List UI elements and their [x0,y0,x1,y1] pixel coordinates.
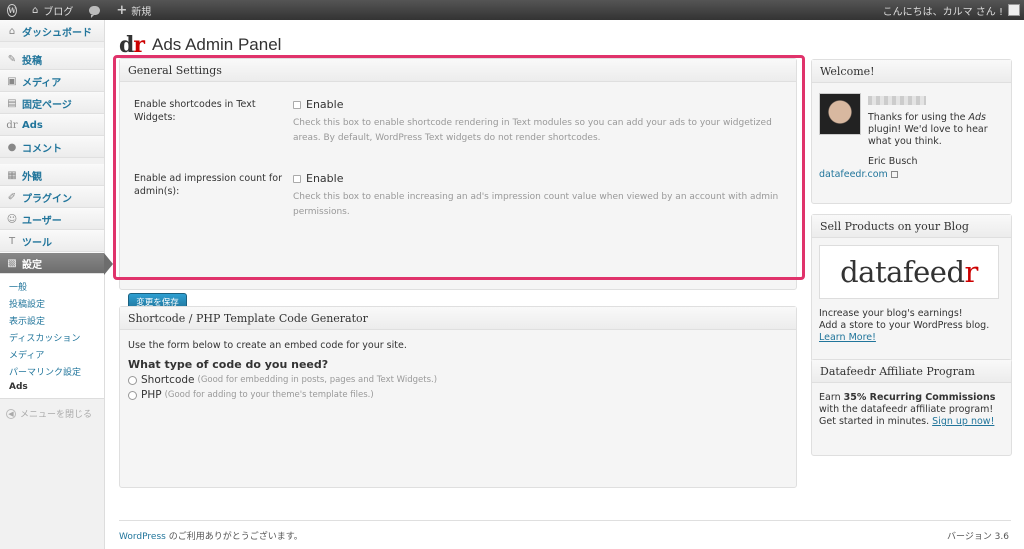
collapse-arrow-icon: ◀ [6,408,16,419]
submenu-item-reading[interactable]: 表示設定 [0,312,104,329]
radio-hint: (Good for adding to your theme's templat… [164,390,374,400]
site-name-link[interactable]: ⌂ ブログ [24,0,81,20]
sidebar-item-posts[interactable]: ✎ 投稿 [0,48,104,70]
welcome-title: Welcome! [812,60,1011,83]
collapse-menu-button[interactable]: ◀ メニューを閉じる [0,399,104,420]
sidebar-item-settings[interactable]: ▧ 設定 [0,252,113,275]
sell-products-box: Sell Products on your Blog datafeed r Inc… [811,214,1012,362]
page-title: Ads Admin Panel [151,35,282,54]
appearance-icon: ▦ [7,169,17,181]
sidebar-item-ads[interactable]: dr Ads [0,114,104,136]
dashboard-icon: ⌂ [8,25,16,37]
new-content-link[interactable]: + 新規 [108,0,159,20]
sell-line-2: Add a store to your WordPress blog. [819,320,990,331]
sidebar-item-appearance[interactable]: ▦ 外観 [0,164,104,186]
pushpin-icon: ✎ [7,53,17,65]
main-content: dr Ads Admin Panel General Settings Enab… [105,20,1024,549]
sidebar-item-label: プラグイン [22,193,72,205]
radio-icon[interactable] [128,375,137,385]
site-name-label: ブログ [43,6,74,18]
comments-link[interactable] [81,0,108,20]
admin-sidebar: ⌂ ダッシュボード ✎ 投稿 ▣ メディア ▤ 固定ページ dr Ads ● コメント ▦ 外… [0,20,113,549]
author-photo [819,93,861,135]
footer-divider [119,520,1011,521]
submenu-item-writing[interactable]: 投稿設定 [0,295,104,312]
radio-label: Shortcode [141,374,195,386]
code-generator-box: Shortcode / PHP Template Code Generator … [119,306,797,488]
users-icon: ☺ [6,213,18,225]
settings-icon: ▧ [7,257,17,269]
datafeedr-link[interactable]: datafeedr.com [819,169,898,181]
datafeedr-icon: dr [6,119,18,131]
sidebar-item-comments[interactable]: ● コメント [0,136,104,158]
tools-icon: T [8,235,16,247]
my-account[interactable]: こんにちは、カルマ さん ! [883,0,1024,20]
learn-more-link[interactable]: Learn More! [819,332,1004,344]
sidebar-item-media[interactable]: ▣ メディア [0,70,104,92]
highlight-frame [113,55,805,280]
collapse-label: メニューを閉じる [20,410,93,420]
footer-thanks: WordPress のご利用ありがとうございます。 [119,532,303,542]
blurred-name [868,96,926,105]
submenu-item-permalinks[interactable]: パーマリンク設定 [0,363,104,380]
wordpress-link[interactable]: WordPress [119,532,166,542]
footer-version: バージョン 3.6 [947,532,1009,542]
plus-icon: + [116,2,128,18]
sidebar-item-label: ツール [22,237,52,249]
comments-icon: ● [7,141,17,153]
sidebar-item-label: 外観 [22,171,42,183]
radio-label: PHP [141,389,162,401]
sidebar-item-pages[interactable]: ▤ 固定ページ [0,92,104,114]
submenu-item-discussion[interactable]: ディスカッション [0,329,104,346]
new-label: 新規 [131,6,152,18]
sell-products-title: Sell Products on your Blog [812,215,1011,238]
generator-question: What type of code do you need? [128,358,329,371]
pages-icon: ▤ [7,97,17,109]
sidebar-item-label: 設定 [22,259,42,271]
home-icon: ⌂ [32,4,39,16]
wordpress-logo-icon[interactable]: W [0,0,24,20]
submenu-item-ads[interactable]: Ads [0,380,104,394]
avatar [1008,4,1020,16]
welcome-signature: Eric Busch [868,156,918,167]
admin-bar: W ⌂ ブログ + 新規 こんにちは、カルマ さん ! [0,0,1024,20]
radio-icon[interactable] [128,390,137,400]
affiliate-title: Datafeedr Affiliate Program [812,360,1011,383]
sidebar-item-label: ダッシュボード [22,27,92,39]
radio-php[interactable]: PHP (Good for adding to your theme's tem… [128,389,788,401]
welcome-message: Thanks for using the Ads plugin! We'd lo… [868,112,988,147]
welcome-box: Welcome! Thanks for using the Ads plugin… [811,59,1012,204]
sidebar-item-tools[interactable]: T ツール [0,230,104,252]
affiliate-box: Datafeedr Affiliate Program Earn 35% Rec… [811,359,1012,456]
media-icon: ▣ [7,75,17,87]
sell-line-1: Increase your blog's earnings! [819,308,963,319]
sidebar-item-label: 投稿 [22,55,42,67]
comment-bubble-icon [89,5,101,18]
plugin-icon: ✐ [7,191,17,203]
sidebar-item-label: 固定ページ [22,99,72,111]
sidebar-item-users[interactable]: ☺ ユーザー [0,208,104,230]
sidebar-item-plugins[interactable]: ✐ プラグイン [0,186,104,208]
sidebar-item-label: Ads [22,119,43,131]
greeting-text: こんにちは、カルマ さん ! [882,6,1003,18]
sidebar-item-label: コメント [22,143,62,155]
submenu-item-general[interactable]: 一般 [0,278,104,295]
submenu-item-media[interactable]: メディア [0,346,104,363]
sidebar-item-label: ユーザー [22,215,62,227]
sidebar-item-dashboard[interactable]: ⌂ ダッシュボード [0,20,104,42]
radio-hint: (Good for embedding in posts, pages and … [197,375,438,385]
radio-shortcode[interactable]: Shortcode (Good for embedding in posts, … [128,374,788,386]
code-generator-title: Shortcode / PHP Template Code Generator [120,307,796,330]
sidebar-item-label: メディア [22,77,62,89]
affiliate-text: Earn 35% Recurring Commissions with the … [819,392,996,427]
settings-submenu: 一般 投稿設定 表示設定 ディスカッション メディア パーマリンク設定 Ads [0,274,104,399]
external-link-icon [890,171,898,178]
datafeedr-banner[interactable]: datafeed r [819,245,999,299]
generator-intro: Use the form below to create an embed co… [128,340,407,351]
sign-up-link[interactable]: Sign up now! [932,416,994,427]
